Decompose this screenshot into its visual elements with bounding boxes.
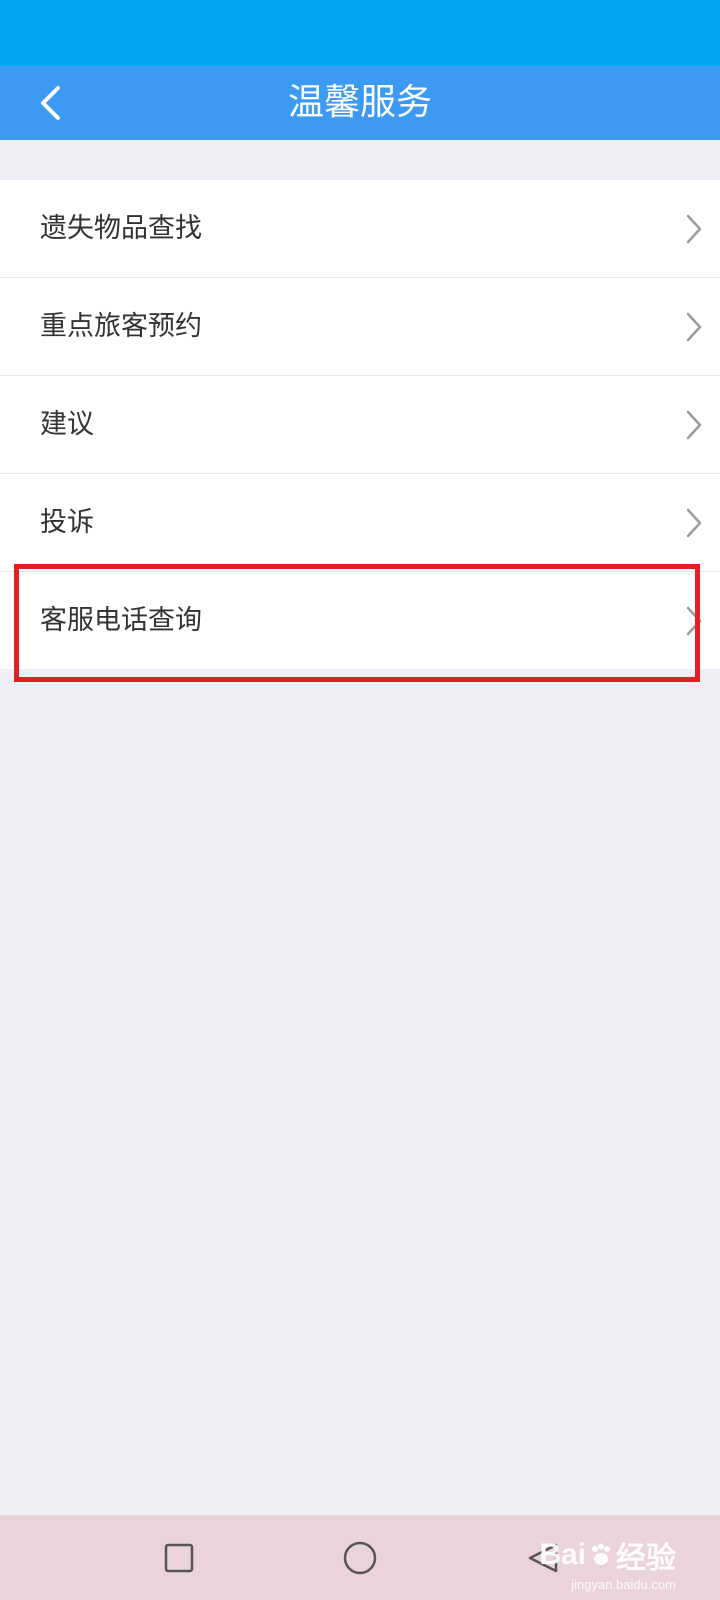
chevron-right-icon bbox=[686, 312, 702, 342]
chevron-right-icon bbox=[686, 410, 702, 440]
recent-apps-button[interactable] bbox=[156, 1535, 202, 1581]
menu-item-lost-property[interactable]: 遗失物品查找 bbox=[0, 180, 720, 278]
menu-item-label: 客服电话查询 bbox=[40, 605, 202, 636]
watermark-url: jingyan.baidu.com bbox=[571, 1577, 676, 1592]
chevron-right-icon bbox=[686, 606, 702, 636]
home-button[interactable] bbox=[337, 1535, 383, 1581]
baidu-watermark: Bai 经验 jingyan.baidu.com bbox=[539, 1533, 676, 1592]
menu-item-hotline-query[interactable]: 客服电话查询 bbox=[0, 572, 720, 669]
paw-icon bbox=[592, 1543, 610, 1565]
service-menu-list: 遗失物品查找 重点旅客预约 建议 投诉 客服电话查询 bbox=[0, 180, 720, 669]
status-bar bbox=[0, 0, 720, 66]
system-nav-bar: Bai 经验 jingyan.baidu.com bbox=[0, 1515, 720, 1600]
watermark-brand-suffix: 经验 bbox=[616, 1542, 676, 1575]
page-title: 温馨服务 bbox=[287, 82, 432, 123]
menu-item-label: 投诉 bbox=[40, 507, 94, 538]
chevron-right-icon bbox=[686, 214, 702, 244]
menu-item-complaint[interactable]: 投诉 bbox=[0, 474, 720, 572]
menu-item-label: 重点旅客预约 bbox=[40, 311, 202, 342]
menu-item-suggestion[interactable]: 建议 bbox=[0, 376, 720, 474]
title-bar: 温馨服务 bbox=[0, 66, 720, 140]
watermark-logo: Bai 经验 bbox=[539, 1533, 676, 1577]
menu-item-priority-passenger[interactable]: 重点旅客预约 bbox=[0, 278, 720, 376]
circle-icon bbox=[343, 1541, 377, 1575]
menu-item-label: 遗失物品查找 bbox=[40, 213, 202, 244]
chevron-right-icon bbox=[686, 508, 702, 538]
menu-item-label: 建议 bbox=[40, 409, 94, 440]
watermark-brand: Bai bbox=[539, 1538, 586, 1571]
square-icon bbox=[164, 1543, 194, 1573]
